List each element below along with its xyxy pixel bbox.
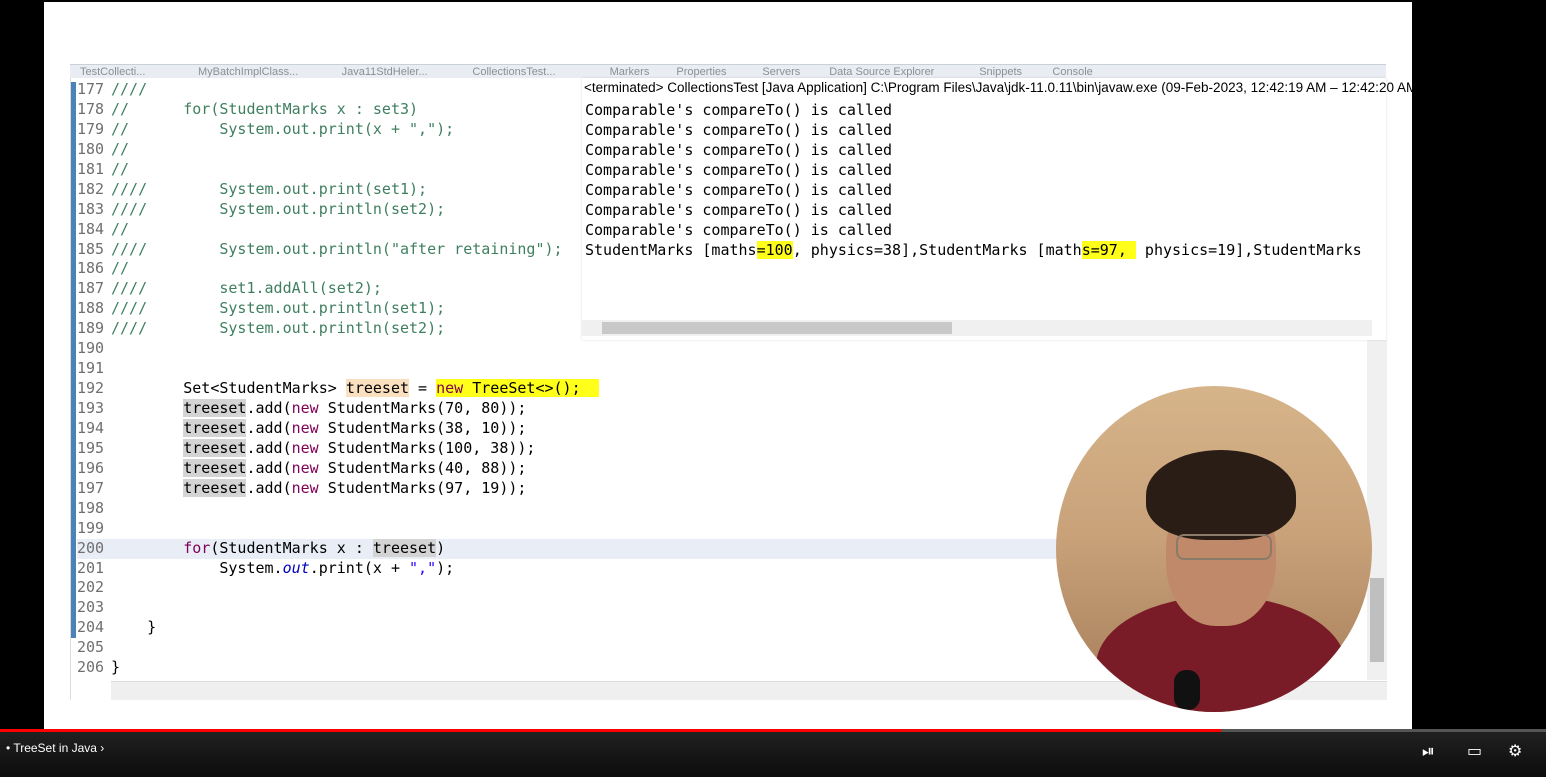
- code-line[interactable]: 190: [77, 339, 1367, 359]
- progress-bar[interactable]: [0, 729, 1546, 732]
- ide-tab[interactable]: MyBatchImplClass...: [198, 65, 298, 79]
- console-vertical-scrollbar[interactable]: [1370, 100, 1384, 316]
- line-number: 190: [77, 339, 105, 358]
- ide-tab[interactable]: Console: [1052, 65, 1092, 79]
- microphone-icon: [1174, 670, 1200, 710]
- ide-tab[interactable]: Properties: [676, 65, 726, 79]
- webcam-overlay: [1056, 386, 1372, 712]
- editor-ruler: [71, 82, 76, 638]
- line-number: 203: [77, 598, 105, 617]
- ide-tab[interactable]: Data Source Explorer: [829, 65, 934, 79]
- line-number: 204: [77, 618, 105, 637]
- console-horizontal-scrollbar[interactable]: [582, 320, 1372, 336]
- line-number: 202: [77, 578, 105, 597]
- line-number: 181: [77, 159, 105, 178]
- line-number: 200: [77, 538, 105, 557]
- line-number: 183: [77, 199, 105, 218]
- ide-tab[interactable]: Java11StdHeler...: [342, 65, 428, 79]
- console-result-line: StudentMarks [maths=100, physics=38],Stu…: [585, 241, 1362, 259]
- line-number: 186: [77, 259, 105, 278]
- console-line: Comparable's compareTo() is called: [585, 161, 893, 179]
- console-line: Comparable's compareTo() is called: [585, 101, 893, 119]
- line-number: 179: [77, 119, 105, 138]
- chevron-right-icon: ›: [96, 741, 105, 755]
- console-header: <terminated> CollectionsTest [Java Appli…: [584, 80, 1412, 95]
- player-controls: • TreeSet in Java › ⏯ ▭ ⚙: [0, 729, 1546, 777]
- line-number: 195: [77, 438, 105, 457]
- progress-bar-fill: [0, 729, 1222, 732]
- line-number: 177: [77, 80, 105, 98]
- console-line: Comparable's compareTo() is called: [585, 141, 893, 159]
- line-number: 201: [77, 558, 105, 577]
- line-number: 194: [77, 418, 105, 437]
- code-line[interactable]: 191: [77, 359, 1367, 379]
- console-line: Comparable's compareTo() is called: [585, 221, 893, 239]
- chapter-title: TreeSet in Java: [13, 741, 97, 755]
- subtitles-icon[interactable]: ▭: [1467, 741, 1482, 760]
- editor-scroll-thumb[interactable]: [1370, 578, 1384, 662]
- line-number: 180: [77, 139, 105, 158]
- presenter-hair: [1146, 450, 1296, 540]
- line-number: 188: [77, 299, 105, 318]
- line-number: 193: [77, 399, 105, 417]
- console-scroll-thumb[interactable]: [602, 322, 952, 334]
- line-number: 198: [77, 498, 105, 517]
- chapter-title-button[interactable]: • TreeSet in Java ›: [6, 741, 104, 755]
- ide-tab[interactable]: Markers: [610, 65, 650, 79]
- line-number: 184: [77, 219, 105, 238]
- line-number: 196: [77, 458, 105, 477]
- line-number: 192: [77, 379, 105, 398]
- line-number: 185: [77, 239, 105, 258]
- line-number: 205: [77, 638, 105, 657]
- ide-tab[interactable]: Servers: [762, 65, 800, 79]
- line-number: 206: [77, 658, 105, 677]
- line-number: 189: [77, 319, 105, 338]
- settings-gear-icon[interactable]: ⚙: [1508, 741, 1522, 760]
- ide-tab[interactable]: TestCollecti...: [80, 65, 145, 79]
- console-line: Comparable's compareTo() is called: [585, 121, 893, 139]
- console-line: Comparable's compareTo() is called: [585, 181, 893, 199]
- line-number: 191: [77, 359, 105, 378]
- ide-tab[interactable]: CollectionsTest...: [472, 65, 555, 79]
- editor-vertical-scrollbar[interactable]: [1367, 340, 1387, 680]
- line-number: 182: [77, 179, 105, 198]
- ide-tab[interactable]: Snippets: [979, 65, 1022, 79]
- ide-tab-strip: TestCollecti... MyBatchImplClass... Java11…: [70, 64, 1386, 79]
- console-view: <terminated> CollectionsTest [Java Appli…: [582, 78, 1412, 340]
- autoplay-toggle-icon[interactable]: ⏯: [1422, 741, 1435, 761]
- presenter-glasses: [1176, 534, 1272, 560]
- line-number: 197: [77, 478, 105, 497]
- line-number: 199: [77, 518, 105, 537]
- console-output: Comparable's compareTo() is called Compar…: [585, 100, 1365, 260]
- line-number: 178: [77, 99, 105, 118]
- line-number: 187: [77, 279, 105, 298]
- console-line: Comparable's compareTo() is called: [585, 201, 893, 219]
